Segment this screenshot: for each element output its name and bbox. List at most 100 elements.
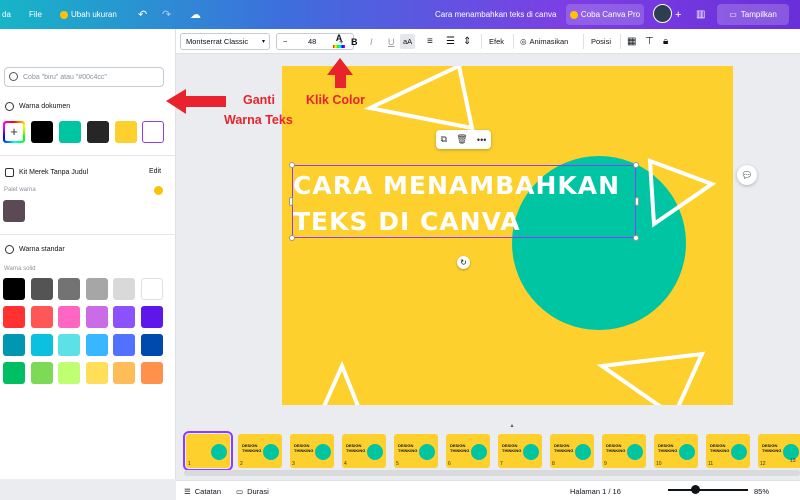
present-button[interactable]: ▭ Tampilkan bbox=[717, 4, 789, 25]
resize-button[interactable]: Ubah ukuran bbox=[60, 0, 117, 29]
resize-label: Ubah ukuran bbox=[71, 10, 117, 19]
page-thumbnail[interactable]: 1 bbox=[183, 431, 233, 471]
thumb-title: DESIGN THINKING bbox=[242, 443, 262, 453]
standard-color-swatch[interactable] bbox=[3, 278, 25, 300]
resize-handle[interactable] bbox=[289, 197, 293, 206]
thumb-number: 10 bbox=[656, 461, 662, 467]
standard-color-swatch[interactable] bbox=[3, 306, 25, 328]
standard-color-swatch[interactable] bbox=[30, 334, 53, 356]
lock-icon[interactable]: 🔒︎ bbox=[663, 29, 668, 54]
page-thumbnail[interactable]: DESIGN THINKING 10 bbox=[654, 434, 698, 468]
doc-color-swatch[interactable] bbox=[115, 121, 137, 143]
align-icon[interactable]: ≡ bbox=[427, 29, 433, 54]
font-size-value[interactable]: 48 bbox=[308, 37, 316, 46]
font-family-dropdown[interactable]: Montserrat Classic ▾ bbox=[180, 33, 270, 50]
page-thumbnail[interactable]: DESIGN THINKING 9 bbox=[602, 434, 646, 468]
add-color-button[interactable]: + bbox=[3, 121, 25, 143]
add-user-icon[interactable]: + bbox=[675, 0, 681, 29]
standard-color-swatch[interactable] bbox=[30, 362, 53, 384]
standard-color-swatch[interactable] bbox=[58, 278, 80, 300]
zoom-slider-handle[interactable] bbox=[691, 485, 700, 494]
document-colors-title: Warna dokumen bbox=[5, 102, 70, 111]
chevron-up-icon[interactable]: ▴ bbox=[506, 422, 518, 429]
duration-button[interactable]: ▭ Durasi bbox=[236, 481, 269, 500]
standard-color-swatch[interactable] bbox=[140, 362, 163, 384]
page-thumbnail[interactable]: DESIGN THINKING 7 bbox=[498, 434, 542, 468]
trash-icon[interactable]: 🗑︎ bbox=[456, 134, 467, 145]
resize-handle[interactable] bbox=[289, 162, 295, 168]
resize-handle[interactable] bbox=[289, 235, 295, 241]
doc-color-swatch-selected[interactable] bbox=[142, 121, 164, 143]
doc-color-swatch[interactable] bbox=[87, 121, 109, 143]
effects-button[interactable]: Efek bbox=[489, 29, 504, 54]
undo-icon[interactable]: ↶ bbox=[138, 0, 147, 29]
rotate-icon[interactable]: ↻ bbox=[457, 256, 470, 269]
page-thumbnail[interactable]: DESIGN THINKING 8 bbox=[550, 434, 594, 468]
color-search-input[interactable]: Coba "biru" atau "#00c4cc" bbox=[4, 67, 164, 87]
spacing-icon[interactable]: ⇕ bbox=[463, 29, 471, 54]
page-thumbnail[interactable]: DESIGN THINKING 4 bbox=[342, 434, 386, 468]
document-title[interactable]: Cara menambahkan teks di canva bbox=[435, 0, 556, 29]
animate-icon: ◎ bbox=[520, 37, 527, 46]
standard-color-swatch[interactable] bbox=[140, 278, 163, 300]
page-thumbnail[interactable]: DESIGN THINKING 3 bbox=[290, 434, 334, 468]
standard-color-swatch[interactable] bbox=[30, 306, 53, 328]
standard-color-swatch[interactable] bbox=[30, 278, 53, 300]
redo-icon[interactable]: ↷ bbox=[162, 0, 171, 29]
thumb-number: 7 bbox=[500, 461, 503, 467]
notes-button[interactable]: ☰ Catatan bbox=[184, 481, 221, 500]
chevron-down-icon: ▾ bbox=[261, 39, 265, 45]
bold-button[interactable]: B bbox=[351, 29, 358, 54]
cloud-save-icon[interactable]: ☁ bbox=[190, 0, 201, 29]
standard-color-swatch[interactable] bbox=[3, 362, 25, 384]
thumbnail-scrollbar[interactable] bbox=[184, 470, 800, 476]
decrease-size-button[interactable]: − bbox=[283, 37, 287, 46]
page-thumbnail[interactable]: DESIGN THINKING 6 bbox=[446, 434, 490, 468]
standard-color-swatch[interactable] bbox=[140, 334, 163, 356]
doc-color-swatch[interactable] bbox=[59, 121, 81, 143]
page-indicator[interactable]: Halaman 1 / 16 bbox=[570, 481, 621, 500]
position-button[interactable]: Posisi bbox=[591, 29, 611, 54]
standard-color-swatch[interactable] bbox=[3, 334, 25, 356]
list-icon[interactable]: ☰ bbox=[446, 29, 455, 54]
brand-kit-edit-link[interactable]: Edit bbox=[149, 168, 161, 175]
standard-color-swatch[interactable] bbox=[140, 306, 163, 328]
underline-button[interactable]: U bbox=[388, 29, 395, 54]
zoom-value[interactable]: 85% bbox=[754, 481, 769, 500]
doc-color-swatch[interactable] bbox=[31, 121, 53, 143]
text-color-button[interactable]: A bbox=[331, 33, 347, 50]
duplicate-icon[interactable]: ⧉ bbox=[441, 134, 447, 145]
standard-color-swatch[interactable] bbox=[113, 278, 135, 300]
text-case-button[interactable]: aA bbox=[400, 34, 416, 49]
thumb-number: 3 bbox=[292, 461, 295, 467]
brand-color-swatch[interactable] bbox=[3, 200, 25, 222]
standard-color-swatch[interactable] bbox=[113, 306, 135, 328]
italic-button[interactable]: I bbox=[370, 29, 373, 54]
resize-handle[interactable] bbox=[633, 235, 639, 241]
zoom-slider[interactable] bbox=[668, 489, 748, 491]
insights-icon[interactable]: ▥ bbox=[696, 0, 705, 29]
page-thumbnail[interactable]: DESIGN THINKING 11 bbox=[706, 434, 750, 468]
paint-roller-icon[interactable]: ⊤ bbox=[645, 29, 654, 54]
standard-color-swatch[interactable] bbox=[113, 362, 135, 384]
animate-button[interactable]: ◎ Animasikan bbox=[520, 29, 568, 54]
home-link[interactable]: da bbox=[2, 0, 11, 29]
page-thumbnail[interactable]: DESIGN THINKING 5 bbox=[394, 434, 438, 468]
avatar[interactable] bbox=[653, 4, 672, 23]
file-menu[interactable]: File bbox=[29, 0, 42, 29]
standard-color-swatch[interactable] bbox=[85, 362, 108, 384]
standard-color-swatch[interactable] bbox=[85, 334, 108, 356]
standard-color-swatch[interactable] bbox=[85, 278, 108, 300]
standard-color-swatch[interactable] bbox=[58, 334, 80, 356]
resize-handle[interactable] bbox=[635, 197, 639, 206]
more-icon[interactable]: ••• bbox=[477, 135, 486, 145]
transparency-icon[interactable]: ▦ bbox=[627, 29, 636, 54]
standard-color-swatch[interactable] bbox=[113, 334, 135, 356]
resize-handle[interactable] bbox=[633, 162, 639, 168]
standard-color-swatch[interactable] bbox=[58, 362, 80, 384]
comment-icon[interactable]: 💬︎ bbox=[737, 165, 757, 185]
try-pro-button[interactable]: Coba Canva Pro bbox=[566, 4, 644, 25]
standard-color-swatch[interactable] bbox=[58, 306, 80, 328]
standard-color-swatch[interactable] bbox=[85, 306, 108, 328]
page-thumbnail[interactable]: DESIGN THINKING 2 bbox=[238, 434, 282, 468]
